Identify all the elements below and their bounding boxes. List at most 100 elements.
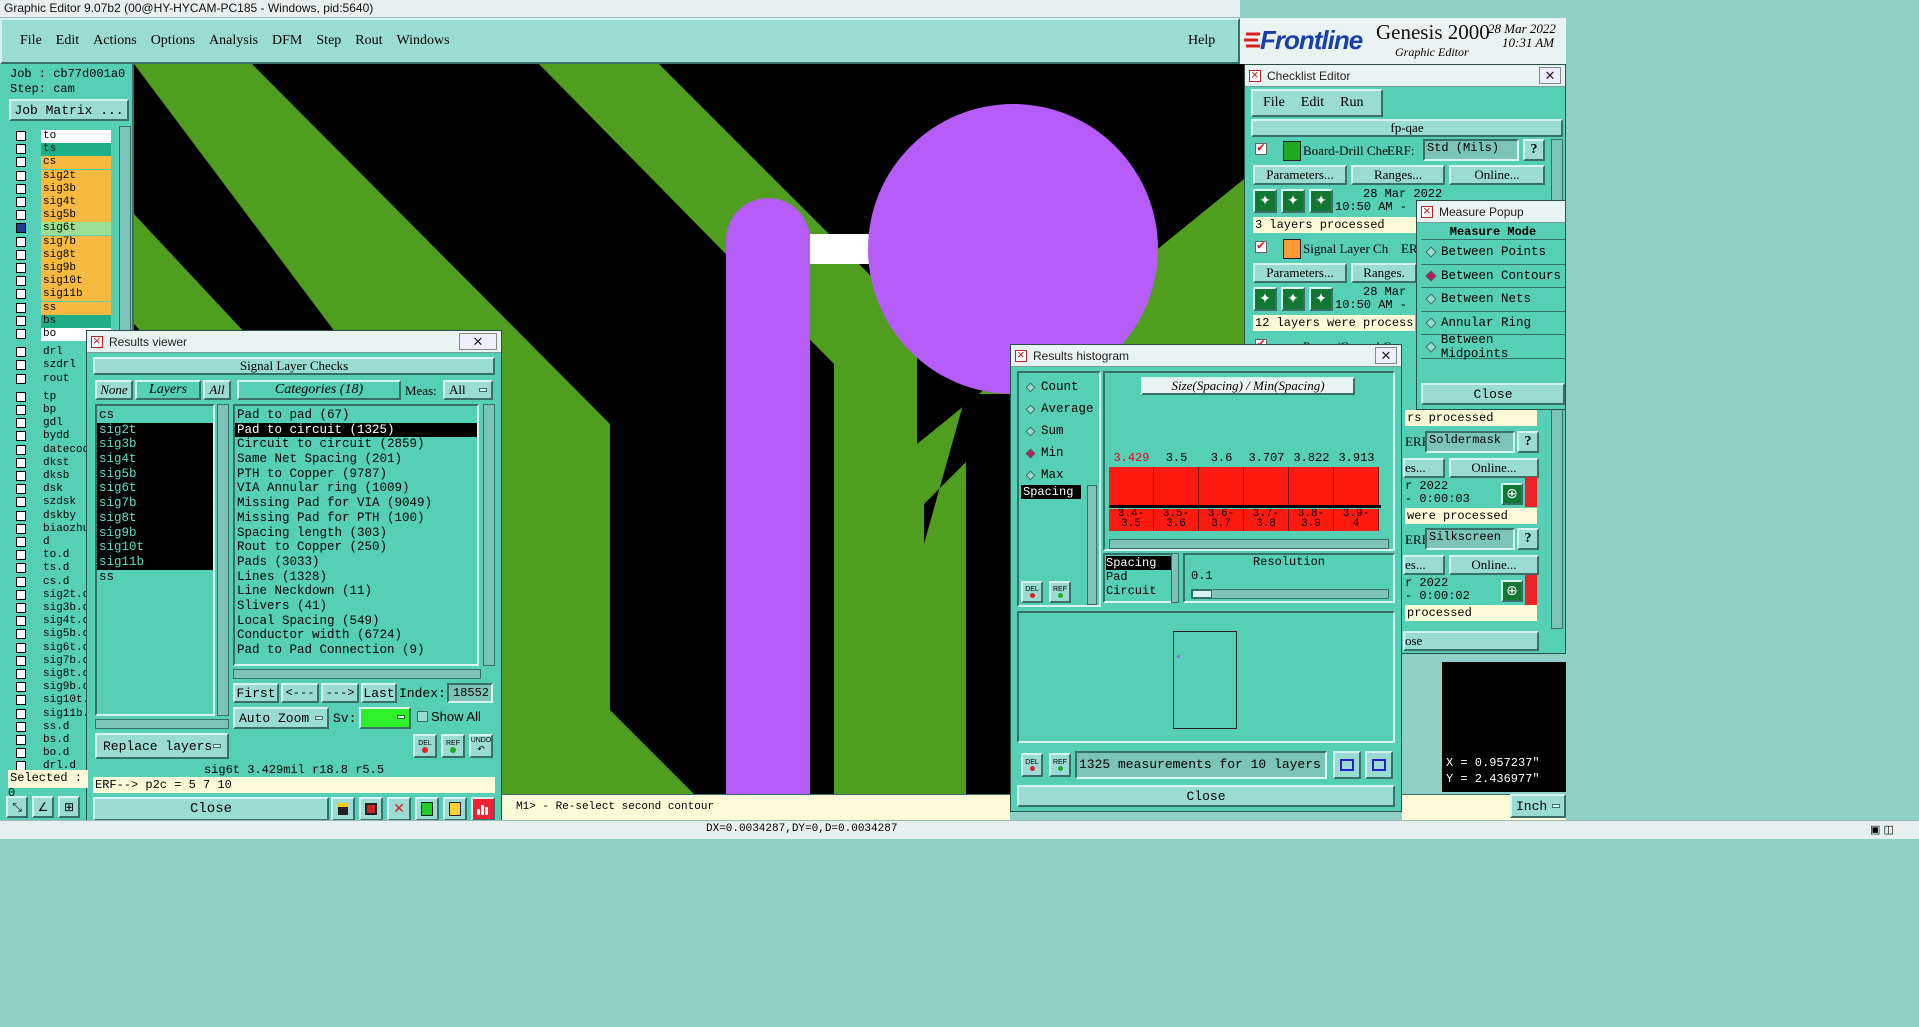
layer-checkbox[interactable]: [16, 157, 26, 168]
hist-ref-button[interactable]: REF: [1049, 581, 1071, 603]
close-icon[interactable]: ✕: [1539, 67, 1561, 84]
layer-row[interactable]: sig9b: [14, 262, 111, 275]
layer-checkbox[interactable]: [16, 655, 26, 666]
run-icon[interactable]: ✦: [1253, 189, 1277, 213]
category-item[interactable]: Pads (3033): [235, 555, 477, 570]
next-button[interactable]: --->: [321, 683, 359, 703]
layer-checkbox[interactable]: [16, 669, 26, 679]
hist-ref-button[interactable]: REF: [1049, 753, 1071, 777]
layers-hscroll[interactable]: [95, 719, 229, 729]
sort-icon[interactable]: [415, 797, 439, 821]
result-layer-item[interactable]: sig10t: [97, 540, 213, 555]
stat-option[interactable]: Count: [1021, 377, 1079, 397]
all-button[interactable]: All: [203, 380, 231, 400]
result-layer-item[interactable]: sig9b: [97, 525, 213, 541]
layers-scrollbar[interactable]: [217, 404, 229, 716]
stat-list-item[interactable]: Spacing: [1021, 485, 1081, 499]
angle-icon[interactable]: ∠: [32, 796, 54, 818]
units-select[interactable]: Inch: [1510, 794, 1566, 818]
run-icon[interactable]: ✦: [1309, 189, 1333, 213]
categories-list[interactable]: Pad to pad (67) Pad to circuit (1325) Circ…: [233, 404, 479, 666]
check-toggle-icon[interactable]: ✔: [1255, 238, 1267, 253]
meas-select[interactable]: All: [443, 380, 493, 400]
measure-mode-option[interactable]: Between Contours: [1421, 265, 1565, 289]
run-icon[interactable]: ✦: [1253, 287, 1277, 311]
layer-checkbox[interactable]: [16, 276, 26, 287]
category-item[interactable]: Same Net Spacing (201): [235, 452, 477, 467]
layer-checkbox[interactable]: [16, 302, 26, 313]
stat-list-scroll[interactable]: [1087, 485, 1097, 605]
grid-icon[interactable]: ⊞: [58, 796, 80, 818]
menu-options[interactable]: Options: [151, 33, 195, 49]
histogram-hscroll[interactable]: [1109, 539, 1389, 549]
info-button[interactable]: ?: [1517, 528, 1539, 550]
parameters-button[interactable]: Parameters...: [1253, 165, 1347, 185]
info-button[interactable]: ?: [1517, 431, 1539, 453]
undo-button[interactable]: UNDO ↶: [469, 734, 493, 758]
layer-checkbox[interactable]: [16, 708, 26, 719]
result-layer-item[interactable]: sig8t: [97, 510, 213, 526]
layer-row[interactable]: sig6t: [14, 222, 111, 236]
magnify-icon[interactable]: ⊕: [1501, 580, 1523, 602]
layer-checkbox[interactable]: [16, 497, 26, 508]
export-icon[interactable]: [1365, 751, 1393, 779]
stat-option[interactable]: Sum: [1021, 421, 1064, 441]
group-scroll[interactable]: [1171, 553, 1179, 603]
layer-checkbox[interactable]: [16, 748, 26, 759]
layer-checkbox[interactable]: [16, 289, 26, 300]
soldermask-field[interactable]: Soldermask: [1425, 431, 1515, 453]
menu-help[interactable]: Help: [1188, 33, 1215, 49]
layer-row[interactable]: sig11b: [14, 288, 111, 302]
menu-edit[interactable]: Edit: [56, 33, 79, 49]
layer-checkbox[interactable]: [16, 183, 26, 194]
slider-thumb[interactable]: [1192, 590, 1212, 598]
layer-checkbox[interactable]: [16, 210, 26, 221]
parameters-button[interactable]: Parameters...: [1253, 263, 1347, 283]
layer-row[interactable]: ss: [14, 301, 111, 315]
board-drill-label[interactable]: Board-Drill Che: [1303, 143, 1388, 159]
result-layer-item[interactable]: sig5b: [97, 466, 213, 482]
layer-row[interactable]: sig7b: [14, 235, 111, 249]
layer-row[interactable]: sig8t: [14, 248, 111, 262]
checklist-menu-file[interactable]: File: [1263, 95, 1285, 111]
layer-row[interactable]: to: [14, 130, 111, 143]
layer-checkbox[interactable]: [16, 629, 26, 640]
result-layers-list[interactable]: cs sig2t sig3b sig4t sig5b sig6t sig7b sig8t sig…: [95, 404, 215, 716]
measure-mode-option[interactable]: Between Midpoints: [1421, 333, 1565, 361]
category-item[interactable]: Conductor width (6724): [235, 628, 477, 643]
layer-checkbox[interactable]: [16, 616, 26, 627]
layer-checkbox[interactable]: [16, 236, 26, 247]
result-layer-item[interactable]: sig2t: [97, 422, 213, 438]
histogram-close-button[interactable]: Close: [1017, 785, 1395, 807]
index-field[interactable]: 18552: [447, 683, 493, 703]
layer-checkbox[interactable]: [16, 360, 26, 371]
category-item[interactable]: Pad to circuit (1325): [235, 422, 477, 438]
signal-layer-label[interactable]: Signal Layer Ch: [1303, 241, 1388, 257]
none-button[interactable]: None: [95, 380, 133, 400]
layer-checkbox[interactable]: [16, 471, 26, 481]
result-layer-item[interactable]: sig6t: [97, 481, 213, 497]
histogram-bar[interactable]: [1109, 467, 1154, 505]
layer-checkbox[interactable]: [16, 223, 26, 234]
histogram-bar[interactable]: [1199, 467, 1244, 505]
layer-checkbox[interactable]: [16, 484, 26, 495]
layer-checkbox[interactable]: [16, 170, 26, 181]
layer-checkbox[interactable]: [16, 315, 26, 326]
film-icon[interactable]: [359, 797, 383, 821]
histogram-bar[interactable]: [1154, 467, 1199, 505]
categories-button[interactable]: Categories (18): [237, 380, 401, 400]
checklist-close-button[interactable]: ose: [1403, 631, 1539, 651]
resolution-slider[interactable]: [1191, 589, 1389, 599]
auto-zoom-select[interactable]: Auto Zoom: [233, 707, 329, 729]
ranges-button[interactable]: es...: [1403, 555, 1445, 575]
category-item[interactable]: Spacing length (303): [235, 526, 477, 541]
layer-checkbox[interactable]: [16, 197, 26, 207]
group-list[interactable]: Spacing Pad Circuit: [1103, 553, 1177, 603]
run-icon[interactable]: ✦: [1281, 287, 1305, 311]
menu-step[interactable]: Step: [316, 33, 341, 49]
layer-row[interactable]: bs: [14, 314, 111, 328]
category-item[interactable]: Line Neckdown (11): [235, 584, 477, 599]
layer-checkbox[interactable]: [16, 457, 26, 468]
layer-checkbox[interactable]: [16, 444, 26, 455]
run-icon[interactable]: ✦: [1281, 189, 1305, 213]
